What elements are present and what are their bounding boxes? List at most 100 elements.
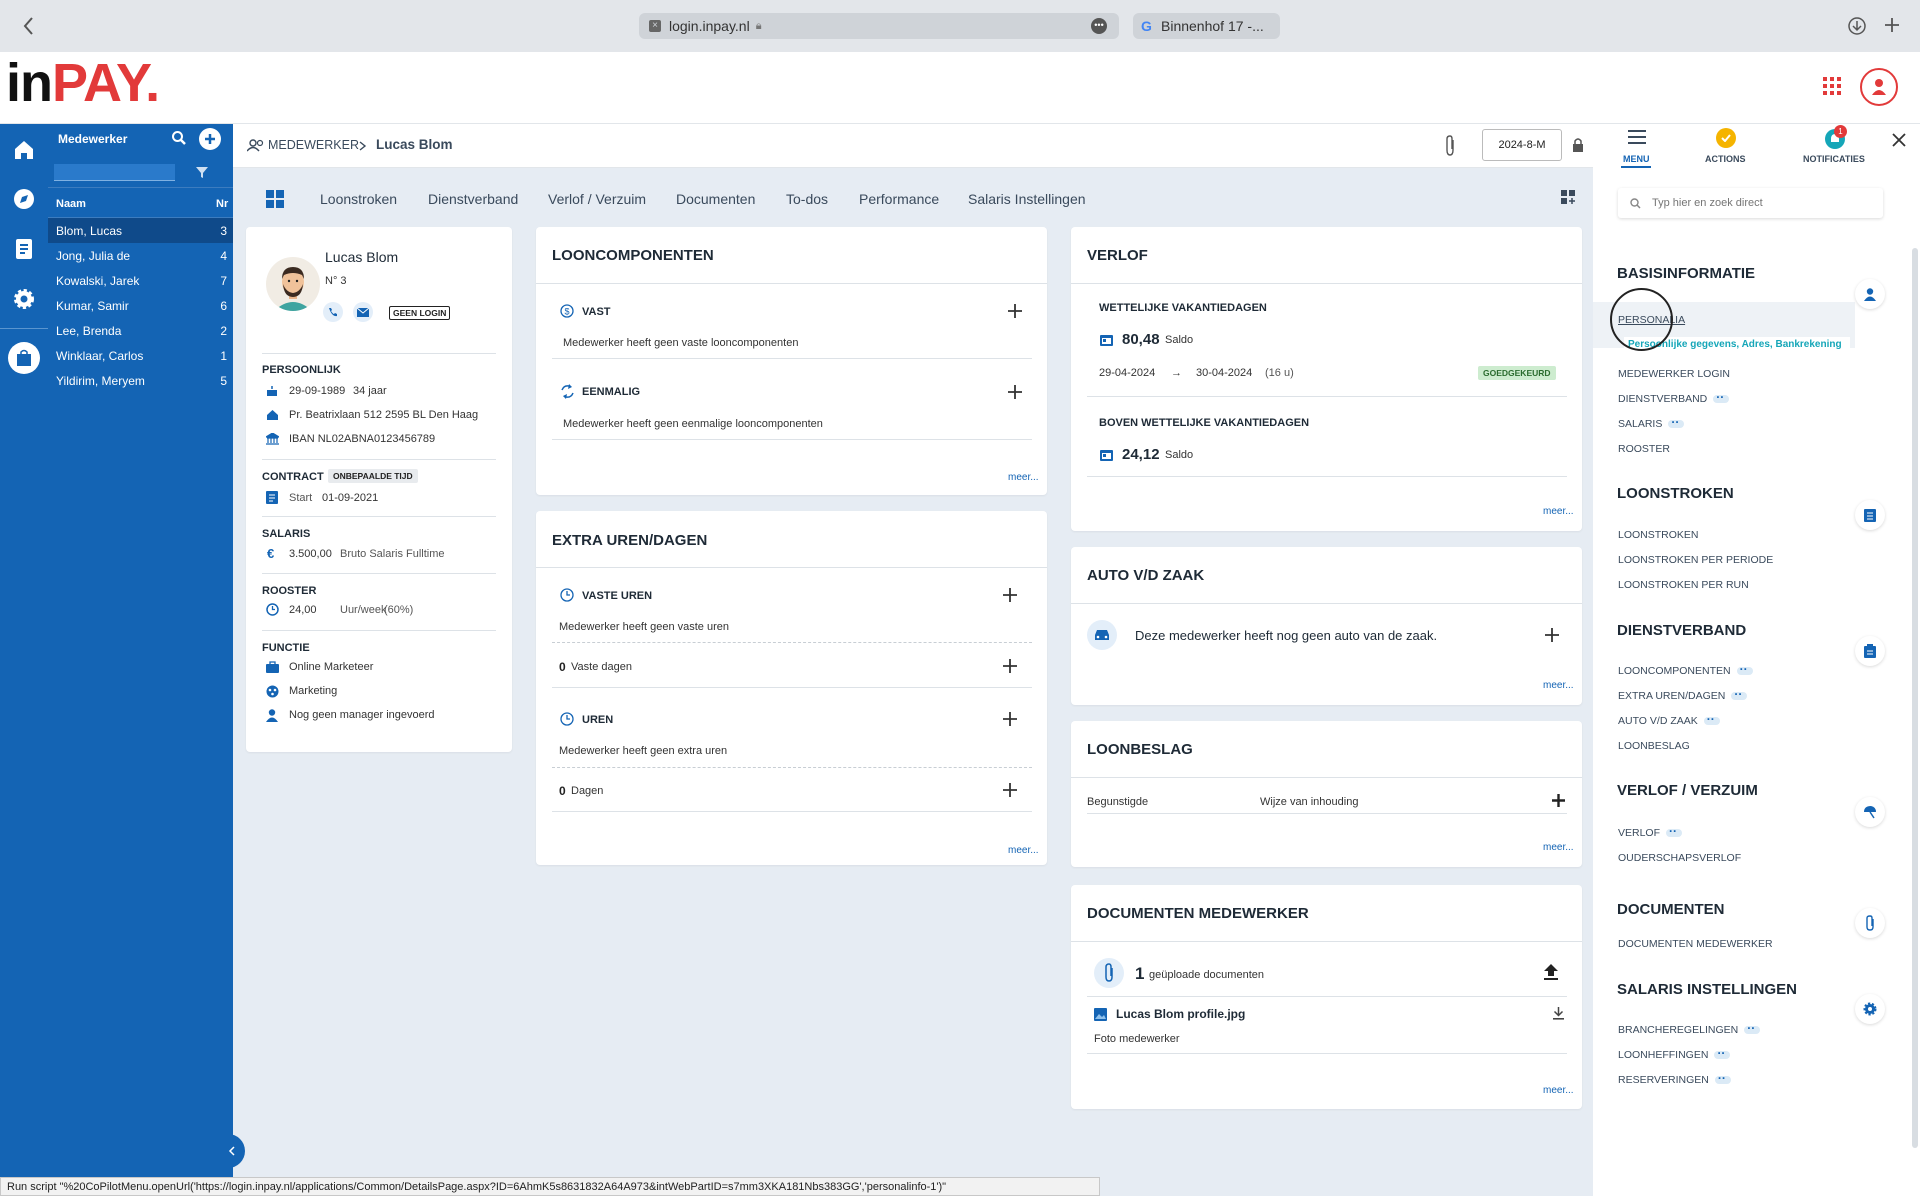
tab-loonstroken[interactable]: Loonstroken xyxy=(320,191,397,207)
add-employee-button[interactable] xyxy=(199,128,221,150)
phone-button[interactable] xyxy=(323,302,343,322)
menu-item-loonstroken-per-periode[interactable]: LOONSTROKEN PER PERIODE xyxy=(1618,554,1773,566)
actions-button[interactable] xyxy=(1716,128,1736,148)
menu-item-brancheregelingen[interactable]: BRANCHEREGELINGEN xyxy=(1618,1021,1761,1036)
add-dagen-plus-icon[interactable] xyxy=(1002,782,1018,798)
new-tab-icon[interactable] xyxy=(1884,17,1900,33)
more-icon[interactable]: ••• xyxy=(1091,18,1107,34)
user-avatar-button[interactable] xyxy=(1860,68,1898,106)
submenu-dots-icon[interactable] xyxy=(1668,415,1685,429)
panel-scrollbar[interactable] xyxy=(1912,248,1918,1148)
dienstverband-section-button[interactable] xyxy=(1855,636,1885,666)
compass-icon[interactable] xyxy=(12,187,36,211)
menu-item-rooster[interactable]: ROOSTER xyxy=(1618,443,1670,455)
filter-input[interactable] xyxy=(54,164,175,181)
submenu-dots-icon[interactable] xyxy=(1744,1021,1761,1035)
loonstroken-section-button[interactable] xyxy=(1855,500,1885,530)
submenu-dots-icon[interactable] xyxy=(1731,687,1748,701)
collapse-sidebar-button[interactable] xyxy=(221,1134,245,1168)
tab-to-dos[interactable]: To-dos xyxy=(786,191,828,207)
inpay-logo[interactable]: inPAY. xyxy=(6,52,160,114)
submenu-dots-icon[interactable] xyxy=(1714,1071,1731,1085)
employee-list-item[interactable]: Kumar, Samir 6 xyxy=(48,293,233,318)
add-auto-plus-icon[interactable] xyxy=(1544,627,1560,643)
address-bar[interactable]: × login.inpay.nl 🔒︎ ••• xyxy=(639,13,1119,39)
tab-performance[interactable]: Performance xyxy=(859,191,939,207)
add-loonbeslag-plus-icon[interactable] xyxy=(1552,794,1565,807)
menu-item-reserveringen[interactable]: RESERVERINGEN xyxy=(1618,1071,1731,1086)
dashboard-tab-icon[interactable] xyxy=(266,190,285,209)
search-icon[interactable] xyxy=(172,131,186,145)
period-selector[interactable]: 2024-8-M xyxy=(1482,129,1562,161)
filter-icon[interactable] xyxy=(196,166,208,178)
loonbeslag-meer-link[interactable]: meer... xyxy=(1543,842,1574,853)
salaris-instellingen-section-button[interactable] xyxy=(1855,994,1885,1024)
employee-list-item[interactable]: Blom, Lucas 3 xyxy=(48,218,233,243)
browser-tab[interactable]: G Binnenhof 17 -... xyxy=(1133,13,1280,39)
submenu-dots-icon[interactable] xyxy=(1714,1046,1731,1060)
settings-gear-icon[interactable] xyxy=(12,287,36,311)
tab-close-icon[interactable]: × xyxy=(649,20,661,32)
lock-icon[interactable] xyxy=(1572,137,1584,153)
employee-list-item[interactable]: Winklaar, Carlos 1 xyxy=(48,343,233,368)
tab-salaris-instellingen[interactable]: Salaris Instellingen xyxy=(968,191,1086,207)
column-nr-header[interactable]: Nr xyxy=(216,198,228,210)
submenu-dots-icon[interactable] xyxy=(1713,390,1730,404)
menu-hamburger-icon[interactable] xyxy=(1628,129,1646,145)
column-name-header[interactable]: Naam xyxy=(56,198,86,210)
document-list-icon[interactable] xyxy=(12,237,36,261)
menu-item-documenten-medewerker[interactable]: DOCUMENTEN MEDEWERKER xyxy=(1618,938,1773,950)
layout-edit-icon[interactable] xyxy=(1561,190,1575,204)
add-vaste-uren-plus-icon[interactable] xyxy=(1002,587,1018,603)
basisinformatie-section-button[interactable] xyxy=(1855,279,1885,309)
download-icon[interactable] xyxy=(1553,1007,1564,1020)
apps-grid-icon[interactable] xyxy=(1823,77,1841,95)
paperclip-icon[interactable] xyxy=(1443,135,1457,157)
actions-tab-label[interactable]: ACTIONS xyxy=(1705,154,1746,164)
submenu-dots-icon[interactable] xyxy=(1736,662,1753,676)
home-icon[interactable] xyxy=(12,138,36,162)
submenu-dots-icon[interactable] xyxy=(1703,712,1720,726)
menu-item-salaris[interactable]: SALARIS xyxy=(1618,415,1685,430)
add-uren-plus-icon[interactable] xyxy=(1002,711,1018,727)
upload-icon[interactable] xyxy=(1543,963,1559,981)
close-icon[interactable] xyxy=(1892,133,1906,147)
tab-dienstverband[interactable]: Dienstverband xyxy=(428,191,518,207)
shop-bag-button[interactable] xyxy=(8,342,40,374)
menu-item-medewerker-login[interactable]: MEDEWERKER LOGIN xyxy=(1618,368,1730,380)
menu-item-ouderschapsverlof[interactable]: OUDERSCHAPSVERLOF xyxy=(1618,852,1741,864)
verlof-section-button[interactable] xyxy=(1855,797,1885,827)
menu-item-loonstroken-per-run[interactable]: LOONSTROKEN PER RUN xyxy=(1618,579,1749,591)
tab-verlof-verzuim[interactable]: Verlof / Verzuim xyxy=(548,191,646,207)
submenu-dots-icon[interactable] xyxy=(1666,824,1683,838)
menu-tab-label[interactable]: MENU xyxy=(1623,154,1650,164)
add-vast-plus-icon[interactable] xyxy=(1007,303,1023,319)
auto-meer-link[interactable]: meer... xyxy=(1543,680,1574,691)
menu-item-loonbeslag[interactable]: LOONBESLAG xyxy=(1618,740,1690,752)
extra-uren-meer-link[interactable]: meer... xyxy=(1008,845,1039,856)
employee-list-item[interactable]: Jong, Julia de 4 xyxy=(48,243,233,268)
menu-item-looncomponenten[interactable]: LOONCOMPONENTEN xyxy=(1618,662,1753,677)
menu-item-loonheffingen[interactable]: LOONHEFFINGEN xyxy=(1618,1046,1731,1061)
document-file-name[interactable]: Lucas Blom profile.jpg xyxy=(1116,1007,1245,1021)
documenten-meer-link[interactable]: meer... xyxy=(1543,1085,1574,1096)
menu-item-loonstroken[interactable]: LOONSTROKEN xyxy=(1618,529,1699,541)
menu-item-dienstverband[interactable]: DIENSTVERBAND xyxy=(1618,390,1730,405)
employee-list-item[interactable]: Lee, Brenda 2 xyxy=(48,318,233,343)
menu-item-auto-v-d-zaak[interactable]: AUTO V/D ZAAK xyxy=(1618,712,1720,727)
looncomponenten-meer-link[interactable]: meer... xyxy=(1008,472,1039,483)
employee-list-item[interactable]: Yildirim, Meryem 5 xyxy=(48,368,233,393)
employee-list-item[interactable]: Kowalski, Jarek 7 xyxy=(48,268,233,293)
email-button[interactable] xyxy=(353,302,373,322)
verlof-meer-link[interactable]: meer... xyxy=(1543,506,1574,517)
add-eenmalig-plus-icon[interactable] xyxy=(1007,384,1023,400)
menu-search-input[interactable] xyxy=(1652,194,1872,212)
download-icon[interactable] xyxy=(1847,16,1867,36)
notifications-tab-label[interactable]: NOTIFICATIES xyxy=(1803,154,1865,164)
back-icon[interactable] xyxy=(22,16,36,36)
breadcrumb-root[interactable]: MEDEWERKER xyxy=(268,138,359,152)
menu-item-verlof[interactable]: VERLOF xyxy=(1618,824,1683,839)
menu-item-extra-uren-dagen[interactable]: EXTRA UREN/DAGEN xyxy=(1618,687,1748,702)
menu-search-box[interactable] xyxy=(1618,188,1883,218)
tab-documenten[interactable]: Documenten xyxy=(676,191,755,207)
